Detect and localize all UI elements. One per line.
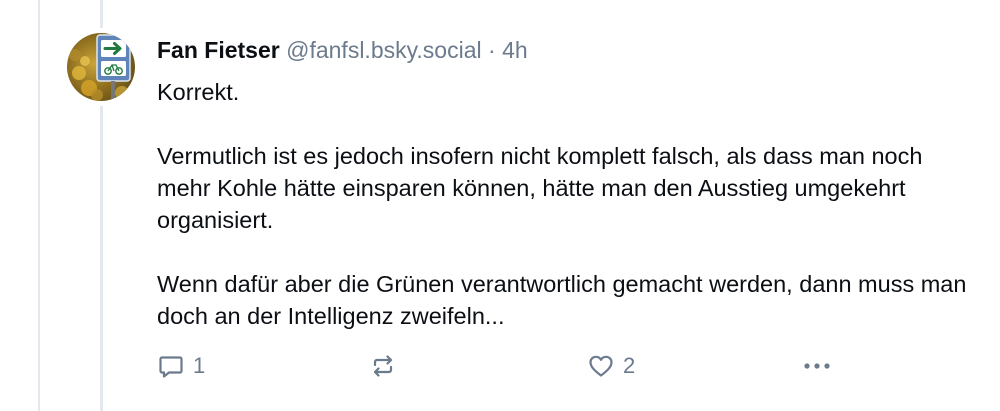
reply-bubble-icon: [159, 356, 183, 378]
author-handle[interactable]: @fanfsl.bsky.social: [286, 37, 482, 63]
like-button[interactable]: 2: [587, 350, 635, 382]
like-count: 2: [623, 353, 636, 378]
avatar-image: [67, 33, 135, 101]
thread-line-bottom: [100, 106, 103, 411]
repost-button[interactable]: [369, 350, 397, 382]
post-paragraph: Wenn dafür aber die Grünen verantwortlic…: [157, 271, 967, 329]
separator-dot: ·: [481, 37, 503, 63]
avatar[interactable]: [67, 33, 135, 101]
post-time[interactable]: 4h: [502, 37, 528, 63]
post-header: Fan Fietser @fanfsl.bsky.social · 4h: [157, 36, 528, 64]
reply-button[interactable]: 1: [157, 350, 205, 382]
repost-arrows-icon: [373, 355, 393, 377]
author-name[interactable]: Fan Fietser: [157, 37, 280, 63]
more-dots-icon: [804, 363, 830, 369]
thread-line-top: [100, 0, 103, 28]
post-paragraph: Vermutlich ist es jedoch insofern nicht …: [157, 143, 923, 233]
post-paragraph: Korrekt.: [157, 79, 240, 105]
post-text: Korrekt. Vermutlich ist es jedoch insofe…: [157, 76, 967, 332]
more-options-button[interactable]: [802, 350, 832, 382]
heart-icon: [589, 355, 613, 377]
reply-count: 1: [193, 353, 206, 378]
post-actions: 1 2: [157, 350, 837, 382]
thread-line-left: [38, 0, 40, 411]
